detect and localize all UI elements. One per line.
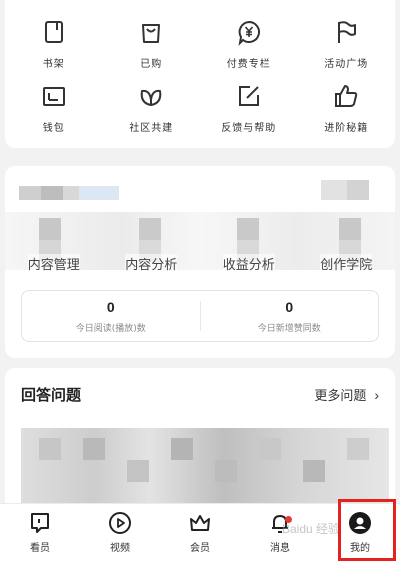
shortcut-grid-card: 书架 已购 付费专栏 活动广场 钱包 社区共建 反馈与帮助 进阶秘籍 (5, 0, 395, 148)
stat-value: 0 (106, 298, 115, 315)
more-questions-link[interactable]: 更多问题 › (314, 385, 379, 404)
wallet-icon (42, 87, 65, 106)
creator-center-card: 内容管理 内容分析 收益分析 创作学院 0 今日阅读(播放)数 0 今日新增赞同… (5, 166, 395, 358)
shortcut-label: 社区共建 (129, 123, 174, 134)
shortcut-label: 书架 (42, 59, 65, 70)
thumbs-up-icon (335, 85, 358, 107)
bottom-tab-bar: 看员 视频 会员 消息 我的 Baidu 经验 (0, 499, 400, 561)
today-stats-box: 0 今日阅读(播放)数 0 今日新增赞同数 (21, 290, 379, 342)
stat-value: 0 (285, 298, 294, 315)
creator-nav: 内容管理 内容分析 收益分析 创作学院 (5, 254, 395, 273)
stat-label: 今日新增赞同数 (257, 323, 321, 334)
bag-icon (142, 24, 161, 43)
shortcut-community[interactable]: 社区共建 (103, 82, 201, 146)
shortcut-label: 已购 (140, 59, 163, 70)
tab-home[interactable]: 看员 (0, 504, 80, 561)
flag-icon (338, 21, 357, 43)
creator-academy-link[interactable]: 创作学院 (320, 254, 373, 273)
tab-label: 会员 (190, 543, 210, 554)
stat-today-reads[interactable]: 0 今日阅读(播放)数 (22, 291, 200, 341)
answer-questions-card: 回答问题 更多问题 › (5, 368, 395, 518)
shortcut-feedback-help[interactable]: 反馈与帮助 (200, 82, 298, 146)
shortcut-wallet[interactable]: 钱包 (5, 82, 103, 146)
content-analysis-link[interactable]: 内容分析 (125, 254, 178, 273)
stat-today-likes[interactable]: 0 今日新增赞同数 (199, 298, 379, 334)
red-highlight-box (338, 499, 396, 561)
more-questions-label: 更多问题 (314, 388, 367, 403)
shortcut-purchased[interactable]: 已购 (103, 18, 201, 82)
book-icon (44, 21, 63, 43)
mosaic-obscured-question[interactable] (21, 428, 389, 510)
earnings-analysis-link[interactable]: 收益分析 (222, 254, 275, 273)
leaf-icon (140, 89, 162, 106)
answer-header: 回答问题 更多问题 › (5, 368, 395, 405)
shortcut-label: 钱包 (42, 123, 65, 134)
shortcut-label: 付费专栏 (226, 59, 271, 70)
section-title: 回答问题 (21, 387, 82, 404)
stat-label: 今日阅读(播放)数 (75, 323, 146, 334)
crown-icon (190, 515, 210, 531)
shortcut-bookshelf[interactable]: 书架 (5, 18, 103, 82)
shortcut-label: 活动广场 (324, 59, 369, 70)
yen-bubble-icon (238, 20, 260, 46)
tab-membership[interactable]: 会员 (160, 504, 240, 561)
chevron-right-icon: › (374, 386, 379, 403)
edit-icon (238, 86, 259, 106)
shortcut-advanced-guide[interactable]: 进阶秘籍 (298, 82, 396, 146)
play-icon (109, 512, 131, 534)
tab-label: 视频 (110, 543, 130, 554)
shortcut-grid: 书架 已购 付费专栏 活动广场 钱包 社区共建 反馈与帮助 进阶秘籍 (5, 0, 395, 146)
tab-label: 看员 (30, 543, 50, 554)
tab-video[interactable]: 视频 (80, 504, 160, 561)
shortcut-label: 进阶秘籍 (324, 123, 369, 134)
shortcut-activity-square[interactable]: 活动广场 (298, 18, 396, 82)
bookmark-icon (31, 513, 49, 533)
shortcut-label: 反馈与帮助 (221, 123, 277, 134)
tab-label: 消息 (270, 543, 290, 554)
content-management-link[interactable]: 内容管理 (27, 254, 80, 273)
shortcut-paid-column[interactable]: 付费专栏 (200, 18, 298, 82)
watermark: Baidu 经验 (281, 522, 340, 536)
